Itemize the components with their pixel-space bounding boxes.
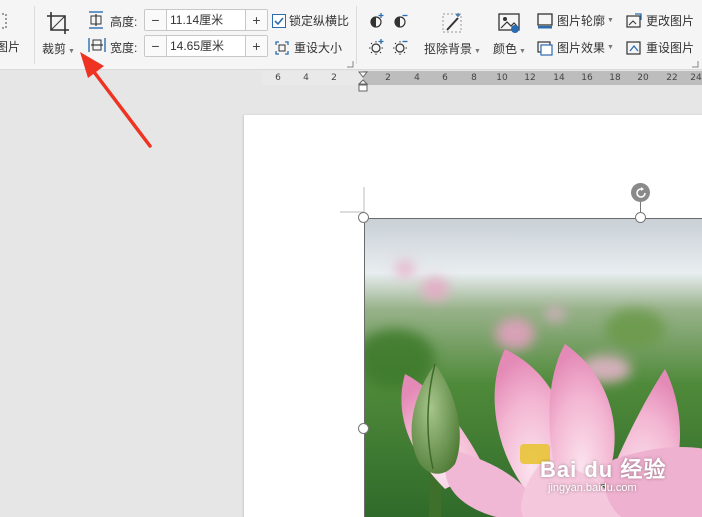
increase-contrast-icon[interactable]	[368, 38, 386, 56]
width-input[interactable]: 14.65厘米	[167, 36, 245, 56]
increase-brightness-icon[interactable]	[368, 12, 386, 30]
lock-aspect-label: 锁定纵横比	[289, 14, 350, 28]
picture-outline-icon	[537, 12, 553, 28]
ruler-tick-label: 24	[690, 73, 702, 83]
chevron-down-icon: ▼	[607, 44, 614, 51]
ruler-tick-label: 2	[331, 73, 337, 83]
chevron-down-icon: ▼	[519, 48, 526, 55]
reset-picture-button[interactable]: 重设图片	[626, 39, 694, 56]
change-picture-label: 更改图片	[646, 14, 695, 28]
height-input[interactable]: 11.14厘米	[167, 10, 245, 30]
resize-handle-top-center[interactable]	[635, 212, 646, 223]
color-button[interactable]: 颜色 ▼	[493, 10, 526, 57]
picture-effect-icon	[537, 40, 553, 56]
chevron-down-icon: ▼	[474, 48, 481, 55]
reset-picture-label: 重设图片	[646, 41, 695, 55]
reset-size-icon	[275, 40, 289, 55]
picture-outline-button[interactable]: 图片轮廓 ▼	[537, 12, 614, 29]
crop-icon	[47, 12, 70, 34]
picture-color-icon	[498, 13, 521, 33]
color-label: 颜色	[493, 42, 518, 56]
change-picture-icon	[626, 12, 642, 28]
ruler-tick-label: 2	[385, 73, 391, 83]
width-increase-button[interactable]: +	[245, 36, 267, 56]
ruler-tick-label: 10	[496, 73, 508, 83]
ruler-tick-label: 12	[524, 73, 536, 83]
insert-picture-label: 图片	[0, 40, 21, 54]
ruler-tick-label: 6	[275, 73, 281, 83]
insert-picture-button[interactable]: 图片	[0, 12, 20, 55]
ruler-tick-label: 8	[471, 73, 477, 83]
baidu-jingyan-watermark: Bai du 经验 jingyan.baidu.com	[540, 452, 680, 494]
resize-handle-middle-left[interactable]	[358, 423, 369, 434]
rotate-handle[interactable]	[631, 183, 650, 202]
height-decrease-button[interactable]: −	[145, 10, 167, 30]
height-label: 高度:	[110, 15, 138, 29]
magic-wand-icon	[442, 13, 462, 33]
picture-frame-icon	[0, 13, 7, 29]
chevron-down-icon: ▼	[607, 17, 614, 24]
indent-marker-icon[interactable]	[358, 71, 368, 93]
reset-size-button[interactable]: 重设大小	[274, 39, 342, 56]
ruler-tick-label: 20	[637, 73, 649, 83]
decrease-brightness-icon[interactable]	[392, 12, 410, 30]
resize-handle-top-left[interactable]	[358, 212, 369, 223]
picture-outline-label: 图片轮廓	[557, 14, 606, 28]
ruler-tick-label: 16	[581, 73, 593, 83]
remove-background-button[interactable]: 抠除背景 ▼	[424, 10, 481, 57]
crop-label: 裁剪	[42, 42, 67, 56]
horizontal-ruler[interactable]: 6 4 2 2 4 6 8 10 12 14 16 18 20 22 24	[262, 71, 702, 92]
ruler-tick-label: 6	[442, 73, 448, 83]
ruler-tick-label: 18	[609, 73, 621, 83]
checkbox-checked-icon	[272, 13, 286, 28]
dialog-launcher-icon[interactable]	[346, 60, 354, 68]
picture-effect-button[interactable]: 图片效果 ▼	[537, 39, 614, 56]
reset-picture-icon	[626, 40, 641, 55]
width-stepper[interactable]: − 14.65厘米 +	[144, 35, 268, 57]
remove-background-label: 抠除背景	[424, 42, 473, 56]
picture-effect-label: 图片效果	[557, 41, 606, 55]
lock-aspect-checkbox[interactable]: 锁定纵横比	[272, 12, 349, 29]
red-annotation-arrow-icon	[80, 52, 152, 148]
ruler-tick-label: 14	[553, 73, 565, 83]
watermark-brand: Bai du 经验	[540, 457, 667, 482]
height-increase-button[interactable]: +	[245, 10, 267, 30]
group-separator	[34, 6, 35, 64]
reset-size-label: 重设大小	[294, 41, 343, 55]
change-picture-button[interactable]: 更改图片	[626, 12, 694, 29]
group-separator	[356, 6, 357, 64]
ruler-tick-label: 4	[414, 73, 420, 83]
height-stepper[interactable]: − 11.14厘米 +	[144, 9, 268, 31]
rotate-icon	[635, 186, 646, 198]
dialog-launcher-icon[interactable]	[691, 60, 699, 68]
height-icon	[89, 11, 103, 29]
ruler-tick-label: 22	[666, 73, 678, 83]
ruler-tick-label: 4	[303, 73, 309, 83]
decrease-contrast-icon[interactable]	[392, 38, 410, 56]
